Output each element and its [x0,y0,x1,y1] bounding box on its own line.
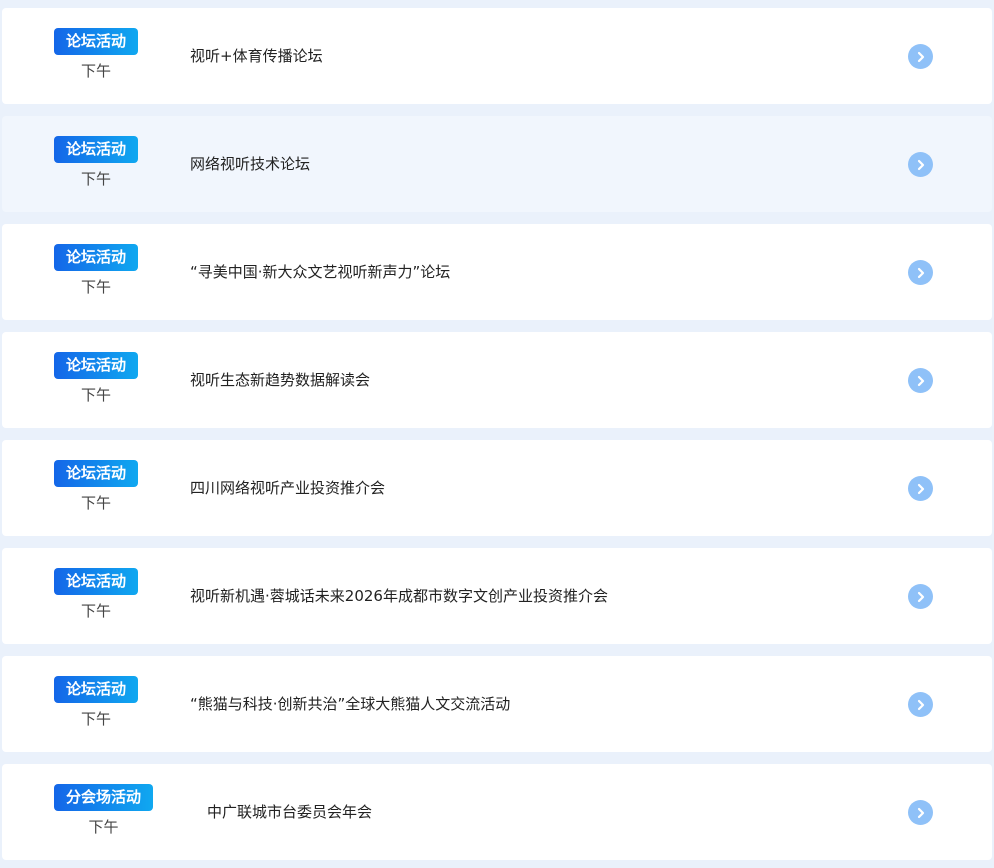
event-card[interactable]: 论坛活动 下午 视听生态新趋势数据解读会 [2,332,992,428]
event-card[interactable]: 分会场活动 下午 中广联城市台委员会年会 [2,764,992,860]
event-meta: 论坛活动 下午 [54,568,139,620]
chevron-right-circle-icon[interactable] [908,476,933,501]
chevron-right-circle-icon[interactable] [908,368,933,393]
event-meta: 论坛活动 下午 [54,244,139,296]
category-badge: 论坛活动 [54,28,139,55]
category-badge: 论坛活动 [54,352,139,379]
chevron-right-circle-icon[interactable] [908,692,933,717]
event-time: 下午 [81,494,112,512]
chevron-right-circle-icon[interactable] [908,44,933,69]
event-title[interactable]: 视听生态新趋势数据解读会 [190,369,370,391]
event-meta: 论坛活动 下午 [54,676,139,728]
event-card[interactable]: 论坛活动 下午 四川网络视听产业投资推介会 [2,440,992,536]
event-title[interactable]: “熊猫与科技·创新共治”全球大熊猫人文交流活动 [190,693,510,715]
event-card[interactable]: 论坛活动 下午 “熊猫与科技·创新共治”全球大熊猫人文交流活动 [2,656,992,752]
category-badge: 论坛活动 [54,136,139,163]
chevron-right-circle-icon[interactable] [908,152,933,177]
event-card[interactable]: 论坛活动 下午 “寻美中国·新大众文艺视听新声力”论坛 [2,224,992,320]
category-badge: 论坛活动 [54,460,139,487]
event-card[interactable]: 论坛活动 下午 网络视听技术论坛 [2,116,992,212]
chevron-right-circle-icon[interactable] [908,260,933,285]
event-meta: 论坛活动 下午 [54,460,139,512]
event-card[interactable]: 论坛活动 下午 视听新机遇·蓉城话未来2026年成都市数字文创产业投资推介会 [2,548,992,644]
event-meta: 论坛活动 下午 [54,352,139,404]
event-meta: 论坛活动 下午 [54,28,139,80]
event-time: 下午 [81,386,112,404]
event-time: 下午 [81,170,112,188]
category-badge: 论坛活动 [54,568,139,595]
event-title[interactable]: 视听+体育传播论坛 [190,45,323,67]
category-badge: 分会场活动 [54,784,154,811]
event-time: 下午 [88,818,119,836]
event-card[interactable]: 论坛活动 下午 视听+体育传播论坛 [2,8,992,104]
event-time: 下午 [81,278,112,296]
event-meta: 论坛活动 下午 [54,136,139,188]
event-time: 下午 [81,602,112,620]
category-badge: 论坛活动 [54,244,139,271]
event-list: 论坛活动 下午 视听+体育传播论坛 论坛活动 下午 网络视听技术论坛 论坛活动 … [0,0,994,868]
event-meta: 分会场活动 下午 [54,784,154,836]
event-time: 下午 [81,62,112,80]
event-title[interactable]: 四川网络视听产业投资推介会 [190,477,385,499]
event-title[interactable]: 中广联城市台委员会年会 [207,801,372,823]
event-title[interactable]: 网络视听技术论坛 [190,153,310,175]
chevron-right-circle-icon[interactable] [908,800,933,825]
event-title[interactable]: “寻美中国·新大众文艺视听新声力”论坛 [190,261,450,283]
event-title[interactable]: 视听新机遇·蓉城话未来2026年成都市数字文创产业投资推介会 [190,585,608,607]
chevron-right-circle-icon[interactable] [908,584,933,609]
category-badge: 论坛活动 [54,676,139,703]
event-time: 下午 [81,710,112,728]
